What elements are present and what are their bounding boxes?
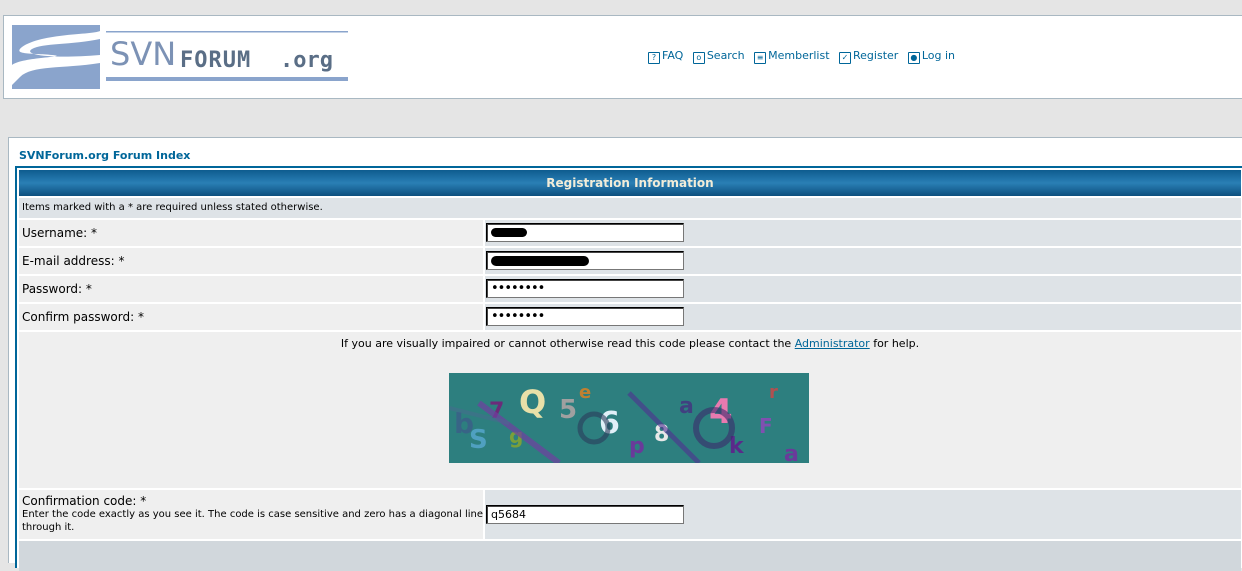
svg-text:Q: Q bbox=[519, 383, 546, 421]
redacted-mark bbox=[491, 228, 527, 237]
site-logo[interactable]: :: SVN FORUM .org bbox=[12, 25, 348, 89]
email-label: E-mail address: * bbox=[19, 248, 483, 274]
password-row: Password: * •••••••• bbox=[19, 276, 1241, 302]
password-input[interactable]: •••••••• bbox=[486, 279, 684, 298]
confirmation-code-label: Confirmation code: * bbox=[22, 494, 147, 508]
svg-text:a: a bbox=[679, 394, 694, 419]
username-label: Username: * bbox=[19, 220, 483, 246]
logo-org: .org bbox=[280, 48, 333, 73]
required-note: Items marked with a * are required unles… bbox=[19, 198, 1241, 218]
nav-search[interactable]: o Search bbox=[692, 49, 745, 64]
email-row: E-mail address: * bbox=[19, 248, 1241, 274]
main-panel: SVNForum.org Forum Index Registration In… bbox=[8, 137, 1242, 571]
top-nav: ? FAQ o Search ≡ Memberlist ✓ Register ● Log … bbox=[648, 49, 961, 64]
form-title: Registration Information bbox=[19, 170, 1241, 196]
form-footer bbox=[19, 541, 1241, 571]
username-row: Username: * bbox=[19, 220, 1241, 246]
login-icon: ● bbox=[907, 52, 920, 64]
registration-form: Registration Information Items marked wi… bbox=[15, 166, 1242, 571]
confirmation-code-input[interactable]: q5684 bbox=[486, 505, 684, 524]
nav-faq[interactable]: ? FAQ bbox=[648, 49, 683, 64]
logo-forum: FORUM bbox=[180, 48, 251, 73]
svg-text:r: r bbox=[769, 382, 778, 403]
confirm-password-input[interactable]: •••••••• bbox=[486, 307, 684, 326]
confirmation-code-help: Enter the code exactly as you see it. Th… bbox=[22, 509, 484, 533]
email-input[interactable] bbox=[486, 251, 684, 270]
search-icon: o bbox=[692, 52, 705, 64]
password-label: Password: * bbox=[19, 276, 483, 302]
administrator-link[interactable]: Administrator bbox=[795, 337, 870, 350]
memberlist-icon: ≡ bbox=[754, 52, 767, 64]
svg-text:a: a bbox=[784, 442, 799, 463]
svg-text:F: F bbox=[759, 414, 773, 438]
site-header: :: SVN FORUM .org ? FAQ o Search ≡ Memberli… bbox=[3, 15, 1242, 99]
svg-text:5: 5 bbox=[559, 395, 577, 425]
register-icon: ✓ bbox=[839, 52, 852, 64]
svg-text:p: p bbox=[629, 434, 645, 459]
breadcrumb-forum-index[interactable]: SVNForum.org Forum Index bbox=[19, 149, 190, 162]
captcha-image: b S 7 Q g 5 6 e p 8 a 4 k F r a bbox=[449, 373, 809, 463]
confirm-password-label: Confirm password: * bbox=[19, 304, 483, 330]
confirm-password-row: Confirm password: * •••••••• bbox=[19, 304, 1241, 330]
logo-svn: SVN bbox=[110, 35, 176, 73]
faq-icon: ? bbox=[648, 52, 660, 64]
svg-text:S: S bbox=[469, 425, 488, 455]
nav-register[interactable]: ✓ Register bbox=[839, 49, 898, 64]
nav-memberlist[interactable]: ≡ Memberlist bbox=[754, 49, 830, 64]
confirmation-code-row: Confirmation code: * Enter the code exac… bbox=[19, 490, 1241, 539]
redacted-mark bbox=[491, 256, 589, 266]
svg-text:e: e bbox=[579, 382, 591, 403]
svg-text:::: :: bbox=[15, 67, 19, 74]
username-input[interactable] bbox=[486, 223, 684, 242]
nav-login[interactable]: ● Log in bbox=[907, 49, 955, 64]
captcha-row: If you are visually impaired or cannot o… bbox=[19, 332, 1241, 488]
captcha-note: If you are visually impaired or cannot o… bbox=[340, 337, 920, 350]
